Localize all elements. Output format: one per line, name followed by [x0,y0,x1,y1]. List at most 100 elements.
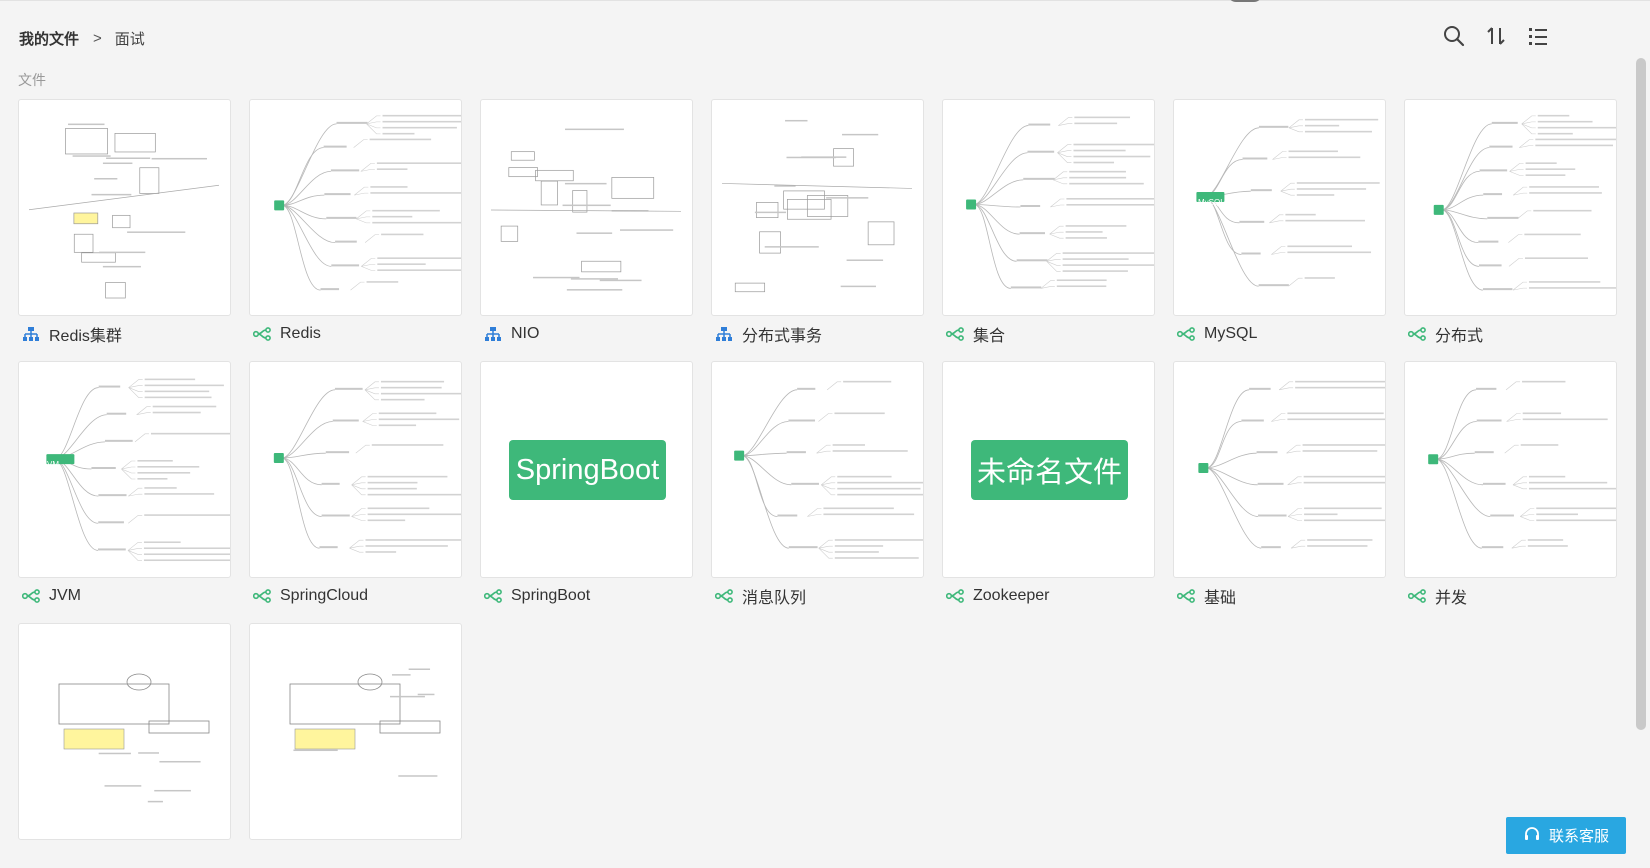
thumbnail-preview [289,668,441,777]
breadcrumb-current: 面试 [114,30,145,48]
mindmap-icon [484,587,502,605]
file-thumbnail[interactable] [249,623,462,840]
sort-icon[interactable] [1484,24,1508,48]
file-thumbnail[interactable] [18,623,231,840]
thumbnail-preview [966,116,1154,289]
file-name: Zookeeper [973,587,1050,604]
file-card[interactable]: Redis集群 [18,99,231,361]
thumbnail-banner: SpringBoot [509,440,666,500]
file-name-row[interactable]: Redis [249,316,462,352]
file-name-row[interactable]: SpringBoot [480,578,693,614]
file-thumbnail[interactable]: JVM [18,361,231,578]
file-grid: Redis集群 Redis NIO 分布式事务 集合 MySQL MySQL 分布式 JVM JV… [18,99,1617,868]
file-thumbnail[interactable] [1173,361,1386,578]
file-name: 集合 [973,328,1006,345]
file-thumbnail[interactable] [480,99,693,316]
file-name: 分布式事务 [742,328,823,345]
file-thumbnail[interactable]: SpringBoot [480,361,693,578]
file-name-row[interactable]: 消息队列 [711,578,924,614]
file-card[interactable]: NIO [480,99,693,361]
mindmap-icon [1408,325,1426,343]
file-name: 基础 [1204,590,1237,607]
file-name: NIO [511,325,540,342]
file-card[interactable]: 集合 [942,99,1155,361]
contact-support-label: 联系客服 [1548,828,1609,845]
file-card[interactable]: Redis [249,99,462,361]
thumbnail-preview: JVM [43,378,230,562]
thumbnail-preview [721,119,913,293]
file-name-row[interactable]: 并发 [1404,578,1617,614]
file-card[interactable]: 分布式 [1404,99,1617,361]
file-name: 分布式 [1435,328,1484,345]
toolbar [1442,24,1550,48]
thumbnail-preview [58,673,210,803]
org-chart-icon [484,325,502,343]
file-thumbnail[interactable] [1404,361,1617,578]
file-name-row[interactable]: MySQL [1173,316,1386,352]
org-chart-icon [22,325,40,343]
file-card[interactable]: 分布式事务 [711,99,924,361]
file-name: MySQL [1204,325,1258,342]
scrollbar[interactable] [1636,58,1646,730]
file-name-row[interactable]: 分布式 [1404,316,1617,352]
file-card[interactable]: 未命名文件 Zookeeper [942,361,1155,623]
breadcrumb-separator: > [93,29,102,47]
file-thumbnail[interactable]: MySQL [1173,99,1386,316]
mindmap-icon [946,587,964,605]
file-name: SpringBoot [511,587,591,604]
file-card[interactable]: SpringBoot SpringBoot [480,361,693,623]
file-name-row[interactable]: 基础 [1173,578,1386,614]
avatar-edge [1228,0,1262,2]
contact-support-button[interactable]: 联系客服 [1506,817,1626,854]
thumbnail-preview [274,114,461,291]
thumbnail-preview [1433,114,1616,291]
file-card[interactable]: SpringCloud [249,361,462,623]
list-view-icon[interactable] [1526,24,1550,48]
thumbnail-root-label: JVM [43,460,59,469]
file-thumbnail[interactable] [942,99,1155,316]
file-name-row[interactable]: Zookeeper [942,578,1155,614]
thumbnail-preview [1198,380,1385,549]
file-card[interactable]: MySQL MySQL [1173,99,1386,361]
thumbnail-banner: 未命名文件 [971,440,1128,500]
file-name-row[interactable]: Redis集群 [18,316,231,352]
file-thumbnail[interactable]: 未命名文件 [942,361,1155,578]
file-card[interactable]: JVM JVM [18,361,231,623]
file-thumbnail[interactable] [711,99,924,316]
file-thumbnail[interactable] [249,99,462,316]
file-name: 消息队列 [742,590,807,607]
file-card[interactable]: 消息队列 [711,361,924,623]
file-name: 并发 [1435,590,1468,607]
file-card[interactable] [18,623,231,868]
file-name: JVM [49,587,81,604]
thumbnail-preview [734,380,923,559]
file-thumbnail[interactable] [249,361,462,578]
mindmap-icon [1177,325,1195,343]
breadcrumb-root[interactable]: 我的文件 [19,28,79,49]
file-name-row[interactable]: NIO [480,316,693,352]
thumbnail-preview [273,380,461,553]
org-chart-icon [715,325,733,343]
file-card[interactable] [249,623,462,868]
mindmap-icon [946,325,964,343]
file-name-row[interactable]: SpringCloud [249,578,462,614]
mindmap-icon [715,587,733,605]
file-card[interactable]: 并发 [1404,361,1617,623]
mindmap-icon [1408,587,1426,605]
file-name: Redis集群 [49,328,122,345]
search-icon[interactable] [1442,24,1466,48]
thumbnail-root-label: MySQL [1198,198,1225,207]
file-thumbnail[interactable] [1404,99,1617,316]
file-name-row[interactable]: 集合 [942,316,1155,352]
file-thumbnail[interactable] [711,361,924,578]
file-name-row[interactable]: JVM [18,578,231,614]
file-thumbnail[interactable] [18,99,231,316]
file-name: SpringCloud [280,587,369,604]
file-name: Redis [280,325,321,342]
mindmap-icon [253,587,271,605]
breadcrumb: 我的文件 > 面试 [19,28,145,48]
mindmap-icon [22,587,40,605]
mindmap-icon [1177,587,1195,605]
file-name-row[interactable]: 分布式事务 [711,316,924,352]
file-card[interactable]: 基础 [1173,361,1386,623]
